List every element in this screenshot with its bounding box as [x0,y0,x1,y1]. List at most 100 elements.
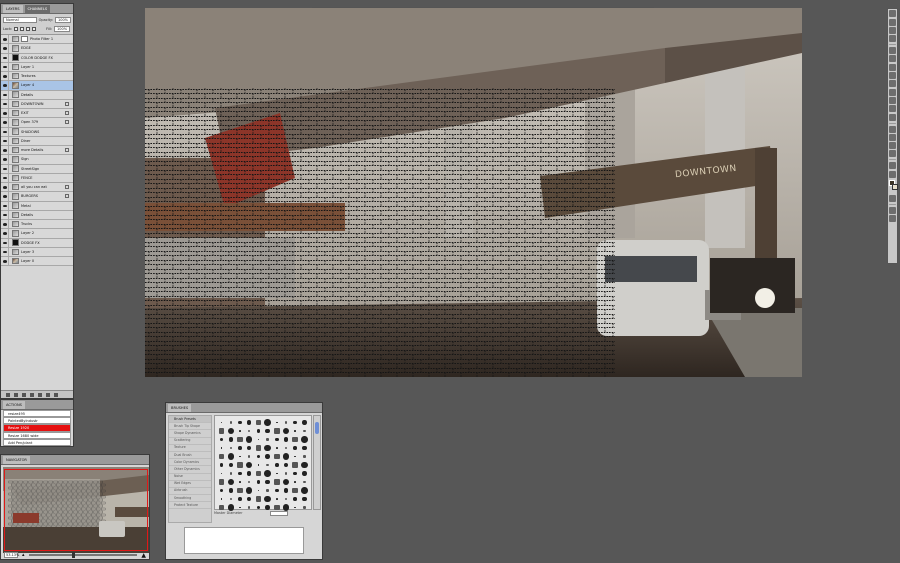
new-layer-icon[interactable] [46,392,50,397]
healing-tool-icon[interactable] [889,63,896,71]
brush-tip[interactable] [226,478,235,487]
brush-tip[interactable] [254,495,263,504]
brush-tip[interactable] [272,418,281,427]
opacity-field[interactable]: 100% [54,16,71,23]
zoom-field[interactable]: 53.13% [4,552,19,558]
magic-wand-tool-icon[interactable] [889,35,896,43]
brush-tip[interactable] [300,427,309,436]
brush-tip[interactable] [291,444,300,453]
brush-tip[interactable] [226,427,235,436]
brush-setting-item[interactable]: Protect Texture [169,502,211,510]
visibility-eye-icon[interactable] [1,62,9,71]
visibility-eye-icon[interactable] [1,183,9,192]
visibility-eye-icon[interactable] [1,99,9,108]
brush-tip[interactable] [245,444,254,453]
brush-tip[interactable] [272,461,281,470]
brush-tip[interactable] [300,452,309,461]
brush-tip[interactable] [300,418,309,427]
brush-tip[interactable] [217,418,226,427]
zoom-out-icon[interactable]: ▴ [22,552,25,558]
brush-tip[interactable] [245,418,254,427]
brush-tip[interactable] [291,435,300,444]
visibility-eye-icon[interactable] [1,210,9,219]
gradient-tool-icon[interactable] [889,105,896,113]
brush-tip[interactable] [217,495,226,504]
brush-tip[interactable] [235,444,244,453]
marquee-tool-icon[interactable] [889,18,896,26]
brush-tip[interactable] [235,418,244,427]
brush-tip[interactable] [291,495,300,504]
brush-tip[interactable] [281,452,290,461]
layer-row[interactable]: Diner [1,136,73,146]
dodge-tool-icon[interactable] [889,113,896,121]
layer-row[interactable]: StreetSign [1,164,73,174]
brush-tip[interactable] [217,452,226,461]
adjustment-icon[interactable] [30,392,34,397]
brush-tip[interactable] [263,495,272,504]
visibility-eye-icon[interactable] [1,118,9,127]
layer-row[interactable]: Open 379 [1,118,73,128]
tab-actions[interactable]: ACTIONS [3,400,25,409]
layer-row[interactable]: Textures [1,72,73,82]
layer-row[interactable]: SHADOWS [1,127,73,137]
brush-tip[interactable] [245,478,254,487]
layer-row[interactable]: Layer 3 [1,247,73,257]
visibility-eye-icon[interactable] [1,238,9,247]
action-item[interactable]: Resize 1920 [3,424,71,432]
brush-tip[interactable] [217,435,226,444]
brush-tip[interactable] [263,418,272,427]
fill-field[interactable]: 100% [54,25,71,32]
hand-tool-icon[interactable] [889,162,896,170]
move-tool-icon[interactable] [889,10,896,18]
brush-tip[interactable] [300,461,309,470]
layer-row[interactable]: Layer 4 [1,81,73,91]
brush-tip[interactable] [281,435,290,444]
tab-layers[interactable]: LAYERS [3,4,23,13]
brush-tip[interactable] [235,469,244,478]
brush-tip[interactable] [217,444,226,453]
brush-tip[interactable] [254,444,263,453]
layer-row[interactable]: Details [1,90,73,100]
brush-tip[interactable] [300,435,309,444]
brush-tip[interactable] [300,469,309,478]
visibility-eye-icon[interactable] [1,201,9,210]
brush-tip[interactable] [272,452,281,461]
visibility-eye-icon[interactable] [1,44,9,53]
brush-tip[interactable] [217,469,226,478]
brush-tip[interactable] [226,452,235,461]
brush-tip[interactable] [281,469,290,478]
brush-tip[interactable] [281,427,290,436]
brush-tip[interactable] [263,478,272,487]
visibility-eye-icon[interactable] [1,257,9,266]
layer-row[interactable]: EDGE [1,44,73,54]
layer-row[interactable]: BURGERS [1,192,73,202]
layer-row[interactable]: Photo Filter 1 [1,35,73,45]
crop-tool-icon[interactable] [889,47,896,55]
brush-tip[interactable] [291,503,300,512]
brush-tip[interactable] [281,478,290,487]
brush-tip[interactable] [272,427,281,436]
brush-tip[interactable] [235,478,244,487]
visibility-eye-icon[interactable] [1,81,9,90]
brush-tip[interactable] [263,486,272,495]
action-item[interactable]: Add Pen/plant [3,438,71,446]
brush-tip[interactable] [254,418,263,427]
brush-tip[interactable] [226,444,235,453]
brush-tip[interactable] [245,452,254,461]
brush-tip[interactable] [254,452,263,461]
mask-icon[interactable] [22,392,26,397]
zoom-slider-knob[interactable] [72,552,76,558]
brush-tip[interactable] [235,486,244,495]
shape-tool-icon[interactable] [889,150,896,158]
visibility-eye-icon[interactable] [1,220,9,229]
layer-row[interactable]: FENCE [1,173,73,183]
layer-mask-thumbnail[interactable] [21,35,28,43]
navigator-view-frame[interactable] [4,469,148,551]
visibility-eye-icon[interactable] [1,127,9,136]
brush-tip[interactable] [272,444,281,453]
brush-tip[interactable] [226,495,235,504]
jump-to-app-icon[interactable] [889,215,896,223]
visibility-eye-icon[interactable] [1,109,9,118]
path-select-tool-icon[interactable] [889,142,896,150]
brush-tip[interactable] [263,452,272,461]
